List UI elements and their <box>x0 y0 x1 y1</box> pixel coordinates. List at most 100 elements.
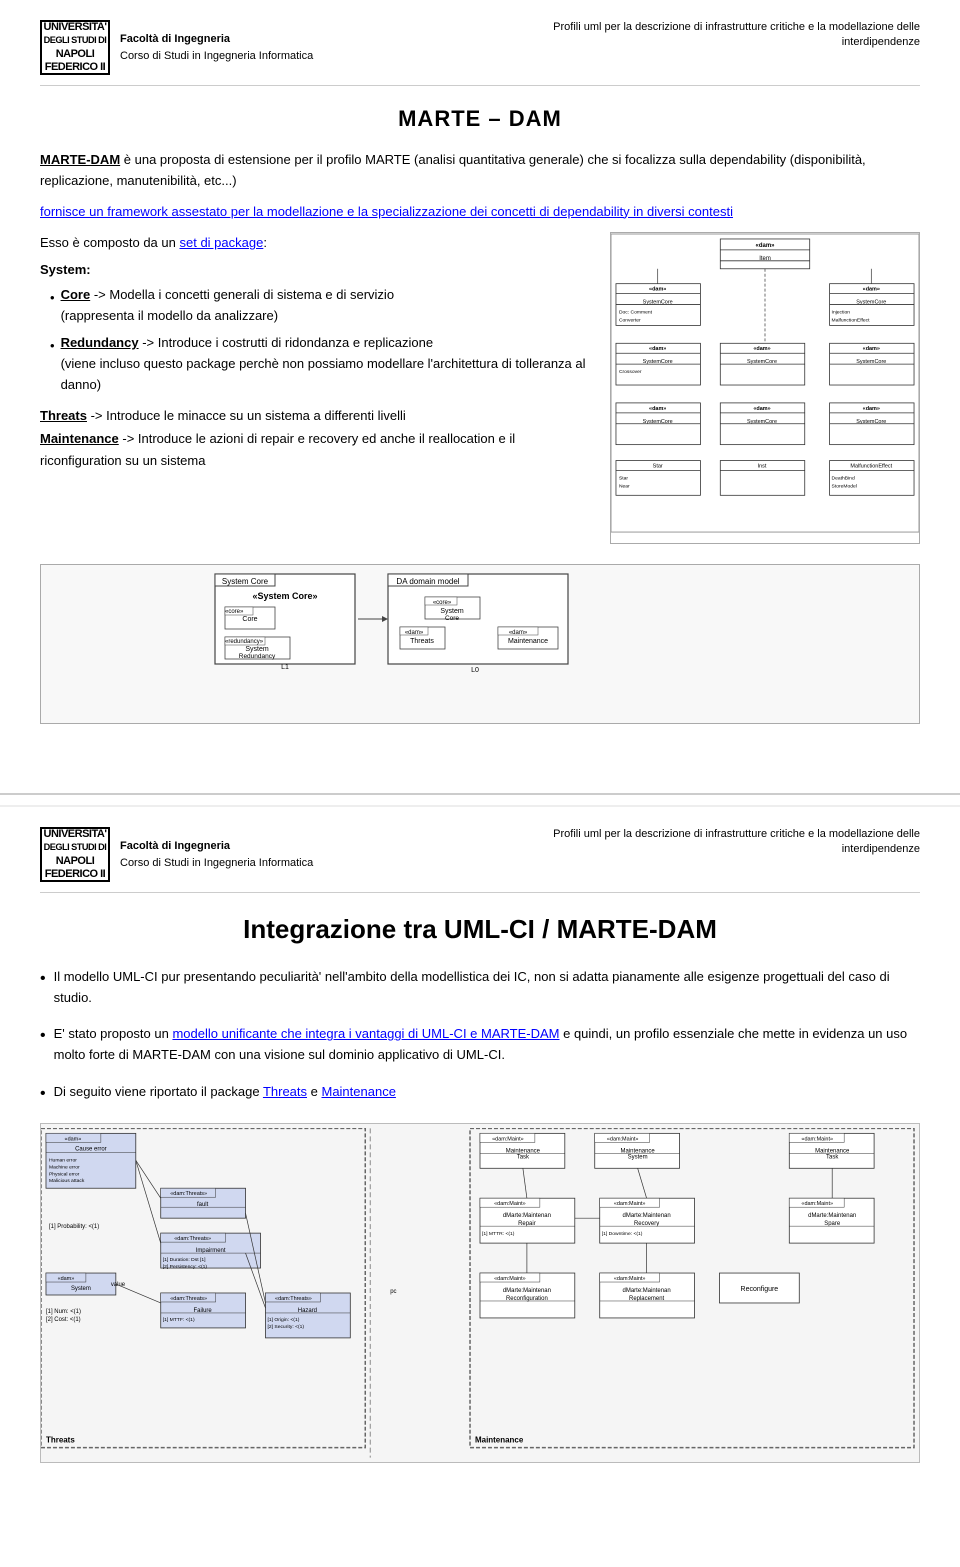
page2-university-logo: UNIVERSITA'DEGLI STUDI DINAPOLIFEDERICO … <box>40 827 110 882</box>
svg-text:«core»: «core» <box>433 600 452 606</box>
svg-text:«dam»: «dam» <box>405 630 424 636</box>
marte-class-diagram: «dam» Item «dam» SystemCore Doc: Comment… <box>611 233 919 543</box>
svg-text:«dam:Maint»: «dam:Maint» <box>494 1201 526 1207</box>
page2-header: UNIVERSITA'DEGLI STUDI DINAPOLIFEDERICO … <box>40 827 920 893</box>
set-text2: : <box>263 235 267 250</box>
svg-text:[2] Cost: <(1): [2] Cost: <(1) <box>46 1317 81 1323</box>
threats-maintenance-section: Threats -> Introduce le minacce su un si… <box>40 405 590 471</box>
package-diagram-svg: System Core «System Core» «core» Core «r… <box>210 569 750 719</box>
page2-bullet-3: • Di seguito viene riportato il package … <box>40 1082 920 1103</box>
core-arrow: -> <box>94 287 110 302</box>
svg-text:MalfunctionEffect: MalfunctionEffect <box>850 464 892 470</box>
svg-text:[2] Persistency: <(1): [2] Persistency: <(1) <box>163 1264 208 1270</box>
redundancy-arrow: -> <box>142 335 158 350</box>
core-desc2: (rappresenta il modello da analizzare) <box>61 308 279 323</box>
svg-text:«core»: «core» <box>225 609 244 615</box>
header-left: UNIVERSITA'DEGLI STUDI DINAPOLIFEDERICO … <box>40 20 313 75</box>
svg-text:[1] Origin: <(1): [1] Origin: <(1) <box>267 1317 299 1323</box>
page2-bullet2-text: E' stato proposto un modello unificante … <box>54 1024 920 1066</box>
svg-text:L0: L0 <box>471 667 479 674</box>
svg-text:[2] Security: <(1): [2] Security: <(1) <box>267 1324 304 1330</box>
svg-text:[1] Probability: <(1): [1] Probability: <(1) <box>49 1224 99 1230</box>
svg-text:System Core: System Core <box>222 577 269 586</box>
institution-info: Facoltà di Ingegneria Corso di Studi in … <box>120 31 313 64</box>
svg-text:dMarte:Maintenan: dMarte:Maintenan <box>623 1213 671 1219</box>
svg-text:Maintenance: Maintenance <box>475 1435 524 1444</box>
svg-text:dMarte:Maintenan: dMarte:Maintenan <box>503 1288 551 1294</box>
svg-text:«dam»: «dam» <box>649 347 666 353</box>
system-label: System: <box>40 262 590 277</box>
maintenance-link[interactable]: Maintenance <box>321 1084 395 1099</box>
framework-link[interactable]: fornisce un framework assestato per la m… <box>40 204 733 219</box>
svg-text:Threats: Threats <box>46 1435 75 1444</box>
svg-text:Crossover: Crossover <box>619 369 642 375</box>
page2-bullet-2: • E' stato proposto un modello unificant… <box>40 1024 920 1066</box>
page2-bullet1-text: Il modello UML-CI pur presentando peculi… <box>54 967 920 1009</box>
svg-text:Star: Star <box>653 464 663 470</box>
svg-text:MalfunctionEffect: MalfunctionEffect <box>832 318 871 324</box>
svg-text:«dam»: «dam» <box>753 347 770 353</box>
maintenance-label: Maintenance <box>40 431 119 446</box>
svg-text:Human error: Human error <box>49 1157 77 1163</box>
svg-text:[1] Duration: Dst [1]: [1] Duration: Dst [1] <box>163 1257 206 1263</box>
set-description: Esso è composto da un set di package: <box>40 232 590 254</box>
svg-text:«dam:Maint»: «dam:Maint» <box>494 1276 526 1282</box>
svg-text:[1] Num: <(1): [1] Num: <(1) <box>46 1309 81 1315</box>
svg-text:System: System <box>245 646 269 653</box>
unifying-model-link[interactable]: modello unificante che integra i vantagg… <box>172 1026 559 1041</box>
svg-text:«dam:Threats»: «dam:Threats» <box>275 1296 312 1302</box>
package-list: • Core -> Modella i concetti generali di… <box>40 285 590 395</box>
threats-line: Threats -> Introduce le minacce su un si… <box>40 405 590 427</box>
page2-bullet3-pre: Di seguito viene riportato il package <box>54 1084 263 1099</box>
svg-text:«dam:Maint»: «dam:Maint» <box>614 1276 646 1282</box>
svg-text:[1] MTTR: <(1): [1] MTTR: <(1) <box>482 1231 515 1237</box>
bullet-dot-2: • <box>40 1028 46 1044</box>
svg-text:«dam:Maint»: «dam:Maint» <box>801 1201 833 1207</box>
page2-header-right-text: Profili uml per la descrizione di infras… <box>520 827 920 858</box>
svg-text:«dam:Maint»: «dam:Maint» <box>607 1136 639 1142</box>
svg-text:Inst: Inst <box>758 464 767 470</box>
svg-text:«dam:Maint»: «dam:Maint» <box>614 1201 646 1207</box>
svg-text:«dam:Maint»: «dam:Maint» <box>492 1136 524 1142</box>
marte-dam-label: MARTE-DAM <box>40 152 120 167</box>
header-right-text: Profili uml per la descrizione di infras… <box>520 20 920 51</box>
page1-header: UNIVERSITA'DEGLI STUDI DINAPOLIFEDERICO … <box>40 20 920 86</box>
svg-text:«redundancy»: «redundancy» <box>225 639 264 645</box>
svg-text:«dam»: «dam» <box>649 406 666 412</box>
bottom-large-diagram: «dam» Cause error Human error Machine er… <box>40 1123 920 1463</box>
redundancy-text: Redundancy -> Introduce i costrutti di r… <box>61 333 590 395</box>
svg-text:Converter: Converter <box>619 318 641 324</box>
page2-bullet2-pre: E' stato proposto un <box>54 1026 173 1041</box>
set-package-link[interactable]: set di package <box>179 235 263 250</box>
right-diagram-container: «dam» Item «dam» SystemCore Doc: Comment… <box>610 232 920 544</box>
svg-text:System: System <box>440 608 464 615</box>
svg-text:Reconfigure: Reconfigure <box>741 1286 779 1293</box>
svg-text:Cause error: Cause error <box>75 1146 107 1152</box>
svg-text:L1: L1 <box>281 664 289 671</box>
svg-text:«dam:Threats»: «dam:Threats» <box>170 1191 207 1197</box>
svg-text:«dam»: «dam» <box>509 630 528 636</box>
svg-text:«dam:Threats»: «dam:Threats» <box>170 1296 207 1302</box>
maintenance-line: Maintenance -> Introduce le azioni di re… <box>40 428 590 472</box>
svg-text:Redundancy: Redundancy <box>239 653 276 660</box>
bottom-package-diagram: System Core «System Core» «core» Core «r… <box>40 564 920 724</box>
redundancy-desc2: (viene incluso questo package perchè non… <box>61 356 586 392</box>
svg-text:dMarte:Maintenan: dMarte:Maintenan <box>808 1213 856 1219</box>
svg-text:Core: Core <box>242 616 257 623</box>
bullet-core: • <box>50 288 55 309</box>
svg-text:«System Core»: «System Core» <box>252 591 317 601</box>
svg-text:System: System <box>71 1286 91 1292</box>
redundancy-label: Redundancy <box>61 335 139 350</box>
svg-text:«dam»: «dam» <box>756 243 776 249</box>
svg-text:Doc: Comment: Doc: Comment <box>619 310 653 316</box>
svg-text:System: System <box>628 1154 648 1160</box>
page2-bullet-1: • Il modello UML-CI pur presentando pecu… <box>40 967 920 1009</box>
svg-text:«dam»: «dam» <box>863 406 880 412</box>
list-item-core: • Core -> Modella i concetti generali di… <box>50 285 590 327</box>
bullet-redundancy: • <box>50 336 55 357</box>
threats-text: -> Introduce le minacce su un sistema a … <box>87 408 406 423</box>
page2-title: Integrazione tra UML-CI / MARTE-DAM <box>40 913 920 947</box>
content-section: Esso è composto da un set di package: Sy… <box>40 232 920 544</box>
threats-link[interactable]: Threats <box>263 1084 307 1099</box>
svg-text:«dam»: «dam» <box>863 287 880 293</box>
